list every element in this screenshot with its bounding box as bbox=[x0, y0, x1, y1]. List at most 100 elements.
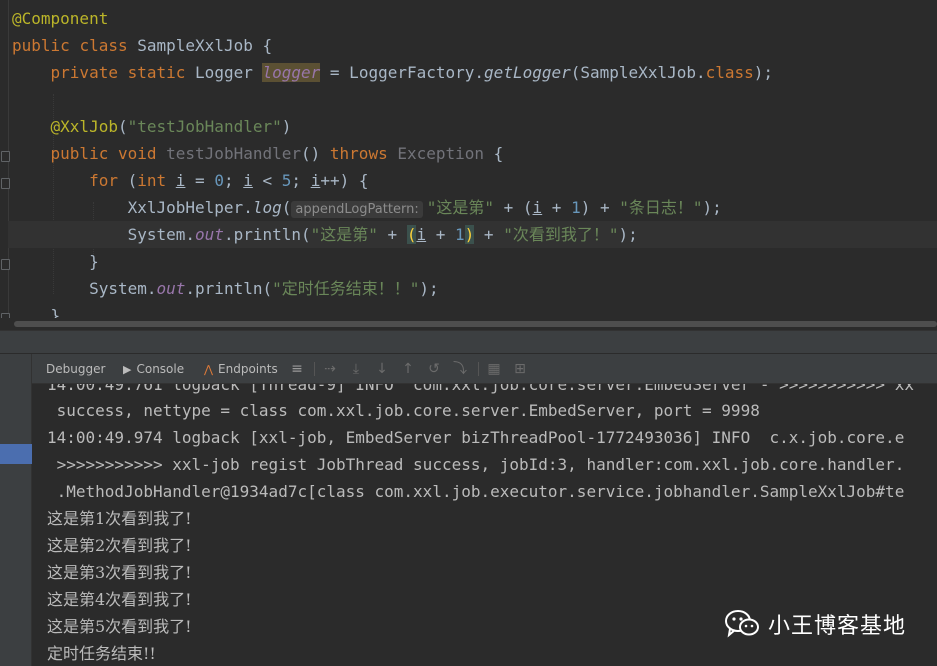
code-line-11[interactable]: System.out.println("定时任务结束！！"); bbox=[12, 275, 439, 302]
field-logger: logger bbox=[262, 63, 321, 82]
code-text: ( bbox=[117, 117, 128, 136]
code-line-7[interactable]: for (int i = 0; i < 5; i++) { bbox=[12, 167, 369, 194]
evaluate-icon[interactable]: ⤵ bbox=[452, 361, 468, 377]
run-to-cursor-icon[interactable]: ↺ bbox=[426, 361, 442, 377]
code-line-2[interactable]: public class SampleXxlJob { bbox=[12, 32, 272, 59]
console-line: 14:00:49.761 logback [Thread-9] INFO com… bbox=[47, 384, 914, 394]
step-over-icon[interactable]: ⤓ bbox=[348, 361, 364, 377]
console-icon: ▶ bbox=[123, 363, 132, 376]
field-out: out bbox=[156, 279, 186, 298]
method-name: testJobHandler bbox=[166, 144, 301, 163]
tab-debugger[interactable]: Debugger bbox=[46, 354, 105, 384]
fold-marker[interactable] bbox=[1, 151, 10, 162]
tab-label: Endpoints bbox=[218, 362, 278, 376]
code-text: .println( bbox=[223, 225, 311, 244]
keyword-throws: throws bbox=[329, 144, 388, 163]
tab-label: Debugger bbox=[46, 362, 106, 376]
keyword-int: int bbox=[137, 171, 167, 190]
string-literal: "条日志！" bbox=[619, 198, 703, 217]
code-text: ; bbox=[223, 171, 244, 190]
code-text: ); bbox=[702, 198, 722, 217]
code-line-3[interactable]: private static Logger logger = LoggerFac… bbox=[12, 59, 773, 86]
code-text: ( bbox=[117, 171, 138, 190]
code-text: < bbox=[252, 171, 282, 190]
left-strip-selection[interactable] bbox=[0, 444, 32, 464]
code-text: + ( bbox=[494, 198, 533, 217]
annotation-xxljob: @XxlJob bbox=[50, 117, 118, 136]
console-line: success, nettype = class com.xxl.job.cor… bbox=[47, 401, 760, 420]
parameter-hint: appendLogPattern: bbox=[291, 201, 423, 218]
console-line: .MethodJobHandler@1934ad7c[class com.xxl… bbox=[47, 482, 905, 501]
tab-endpoints[interactable]: ⋀ Endpoints bbox=[204, 354, 278, 384]
console-line: 这是第1次看到我了! bbox=[47, 509, 192, 528]
matched-paren: ) bbox=[464, 225, 475, 244]
number-literal: 5 bbox=[281, 171, 292, 190]
debug-toolbar: Debugger ▶ Console ⋀ Endpoints ≡ ⇢ ⤓ ↓ ↑ ↺… bbox=[0, 354, 937, 384]
code-text: + bbox=[377, 225, 407, 244]
code-line-5[interactable]: @XxlJob("testJobHandler") bbox=[12, 113, 292, 140]
wechat-icon bbox=[725, 610, 759, 638]
settings-icon[interactable]: ⊞ bbox=[512, 361, 528, 377]
keyword-class: class bbox=[79, 36, 128, 55]
brace: { bbox=[484, 144, 504, 163]
exception-type: Exception bbox=[397, 144, 485, 163]
watermark: 小王博客基地 bbox=[724, 606, 906, 642]
code-text: + bbox=[542, 198, 572, 217]
step-out-icon[interactable]: ↑ bbox=[400, 361, 416, 377]
field-out: out bbox=[195, 225, 224, 244]
variable-i: i bbox=[243, 171, 253, 190]
code-line-6[interactable]: public void testJobHandler() throws Exce… bbox=[12, 140, 504, 167]
keyword-for: for bbox=[89, 171, 118, 190]
string-literal: "次看到我了！" bbox=[503, 225, 619, 244]
tab-label: Console bbox=[136, 362, 185, 376]
menu-icon[interactable]: ≡ bbox=[289, 361, 305, 377]
number-literal: 1 bbox=[455, 225, 465, 244]
code-editor[interactable]: @Component public class SampleXxlJob { p… bbox=[0, 0, 937, 330]
code-text: ); bbox=[419, 279, 439, 298]
string-literal: "定时任务结束！！" bbox=[272, 279, 420, 298]
left-tool-strip bbox=[0, 354, 32, 666]
number-literal: 0 bbox=[214, 171, 224, 190]
variable-i: i bbox=[532, 198, 543, 217]
method-getlogger: getLogger bbox=[484, 63, 571, 82]
string-literal: "testJobHandler" bbox=[127, 117, 282, 136]
code-text: XxlJobHelper. bbox=[127, 198, 253, 217]
code-line-9[interactable]: System.out.println("这是第" + (i + 1) + "次看… bbox=[8, 221, 937, 248]
keyword-class: class bbox=[705, 63, 754, 82]
variable-i: i bbox=[175, 171, 186, 190]
type-logger: Logger bbox=[195, 63, 253, 82]
number-literal: 1 bbox=[571, 198, 581, 217]
code-text: ) + bbox=[580, 198, 620, 217]
code-text: System. bbox=[127, 225, 196, 244]
code-text: ) bbox=[281, 117, 292, 136]
code-text: () bbox=[301, 144, 330, 163]
scrollbar-thumb[interactable] bbox=[14, 321, 937, 327]
method-log: log bbox=[252, 198, 282, 217]
code-text: + bbox=[426, 225, 456, 244]
console-line: 这是第2次看到我了! bbox=[47, 536, 192, 555]
fold-marker[interactable] bbox=[1, 259, 10, 270]
keyword-public: public bbox=[50, 144, 109, 163]
code-text: = bbox=[185, 171, 215, 190]
gutter bbox=[8, 0, 9, 330]
step-into-icon[interactable]: ↓ bbox=[374, 361, 390, 377]
string-literal: "这是第" bbox=[426, 198, 494, 217]
code-text: ( bbox=[281, 198, 292, 217]
code-text: .println( bbox=[185, 279, 273, 298]
tab-console[interactable]: ▶ Console bbox=[123, 354, 184, 384]
code-text: ++) { bbox=[320, 171, 369, 190]
console-line: 这是第3次看到我了! bbox=[47, 563, 192, 582]
class-name: SampleXxlJob bbox=[137, 36, 253, 55]
fold-marker[interactable] bbox=[1, 178, 10, 189]
code-text: = LoggerFactory. bbox=[320, 63, 485, 82]
string-literal: "这是第" bbox=[310, 225, 378, 244]
show-execution-point-icon[interactable]: ⇢ bbox=[322, 361, 338, 377]
keyword-private: private bbox=[50, 63, 118, 82]
console-line: 定时任务结束!! bbox=[47, 644, 156, 663]
code-line-8[interactable]: XxlJobHelper.log(appendLogPattern: "这是第" … bbox=[12, 194, 722, 221]
table-icon[interactable]: ▦ bbox=[486, 361, 502, 377]
code-line-1[interactable]: @Component bbox=[12, 5, 108, 32]
code-line-10[interactable]: } bbox=[12, 248, 99, 275]
console-line: 这是第5次看到我了! bbox=[47, 617, 192, 636]
variable-i: i bbox=[416, 225, 427, 244]
